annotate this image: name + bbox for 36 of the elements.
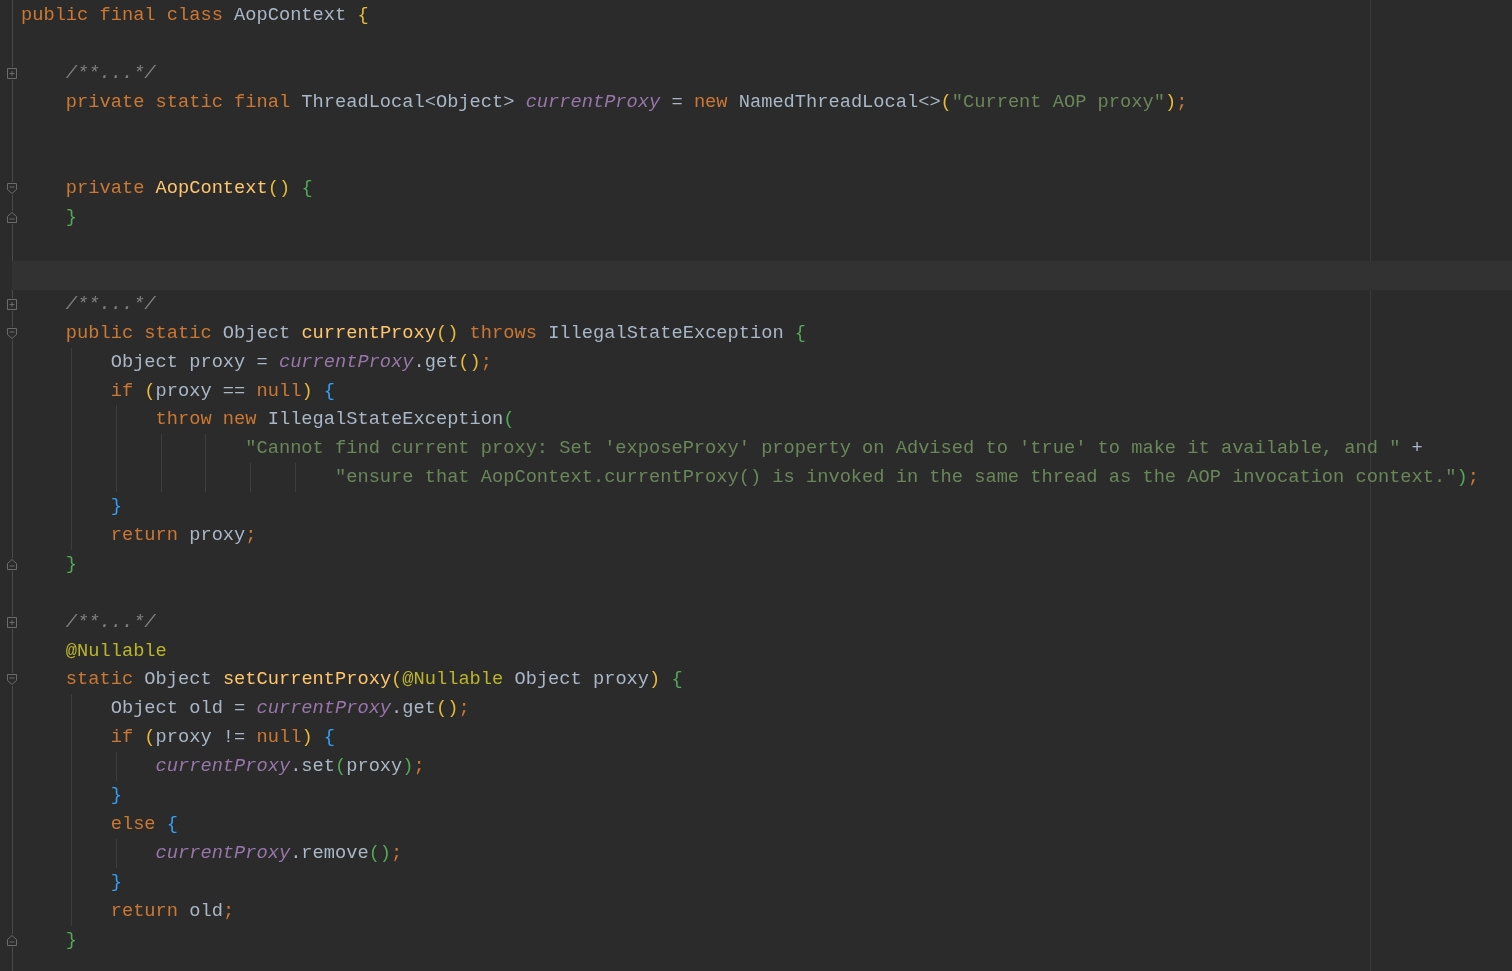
code-line: return proxy;: [110, 523, 257, 549]
code-line: currentProxy.remove();: [155, 840, 403, 866]
code-line: private AopContext() {: [65, 176, 313, 202]
collapse-icon[interactable]: [6, 557, 18, 571]
code-line: @Nullable: [65, 638, 167, 664]
code-line: return old;: [110, 898, 235, 924]
expand-icon[interactable]: [6, 615, 18, 629]
code-line: }: [110, 869, 122, 895]
code-line: }: [110, 783, 122, 809]
code-line: if (proxy == null) {: [110, 378, 336, 404]
code-line: Object proxy = currentProxy.get();: [110, 349, 492, 375]
collapse-icon[interactable]: [6, 211, 18, 225]
code-line: /**...*/: [65, 291, 156, 317]
code-line: throw new IllegalStateException(: [155, 407, 515, 433]
code-line: }: [65, 205, 78, 231]
code-line: "ensure that AopContext.currentProxy() is invoked in the same thread as the AOP invocation context.");: [335, 465, 1479, 491]
code-line: /**...*/: [65, 60, 156, 86]
code-line: "Cannot find current proxy: Set 'exposeProxy' property on Advised to 'true' to make it available, and " +: [245, 436, 1423, 462]
code-line: private static final ThreadLocal<Object> currentProxy = new NamedThreadLocal<>("Current AOP proxy");: [65, 89, 1188, 115]
code-line: else {: [110, 811, 178, 837]
collapse-icon[interactable]: [6, 673, 18, 687]
code-line: }: [110, 494, 122, 520]
code-line: }: [65, 927, 78, 953]
code-line: static Object setCurrentProxy(@Nullable Object proxy) {: [65, 667, 683, 693]
code-line: /**...*/: [65, 609, 156, 635]
collapse-icon[interactable]: [6, 326, 18, 340]
code-line: currentProxy.set(proxy);: [155, 754, 425, 780]
code-line: public final class AopContext {: [21, 3, 369, 28]
expand-icon[interactable]: [6, 66, 18, 80]
code-line: Object old = currentProxy.get();: [110, 696, 470, 722]
expand-icon[interactable]: [6, 297, 18, 311]
code-line: if (proxy != null) {: [110, 725, 336, 751]
collapse-icon[interactable]: [6, 182, 18, 196]
code-line: public static Object currentProxy() throws IllegalStateException {: [65, 320, 807, 346]
code-line: }: [65, 551, 78, 577]
collapse-icon[interactable]: [6, 933, 18, 947]
